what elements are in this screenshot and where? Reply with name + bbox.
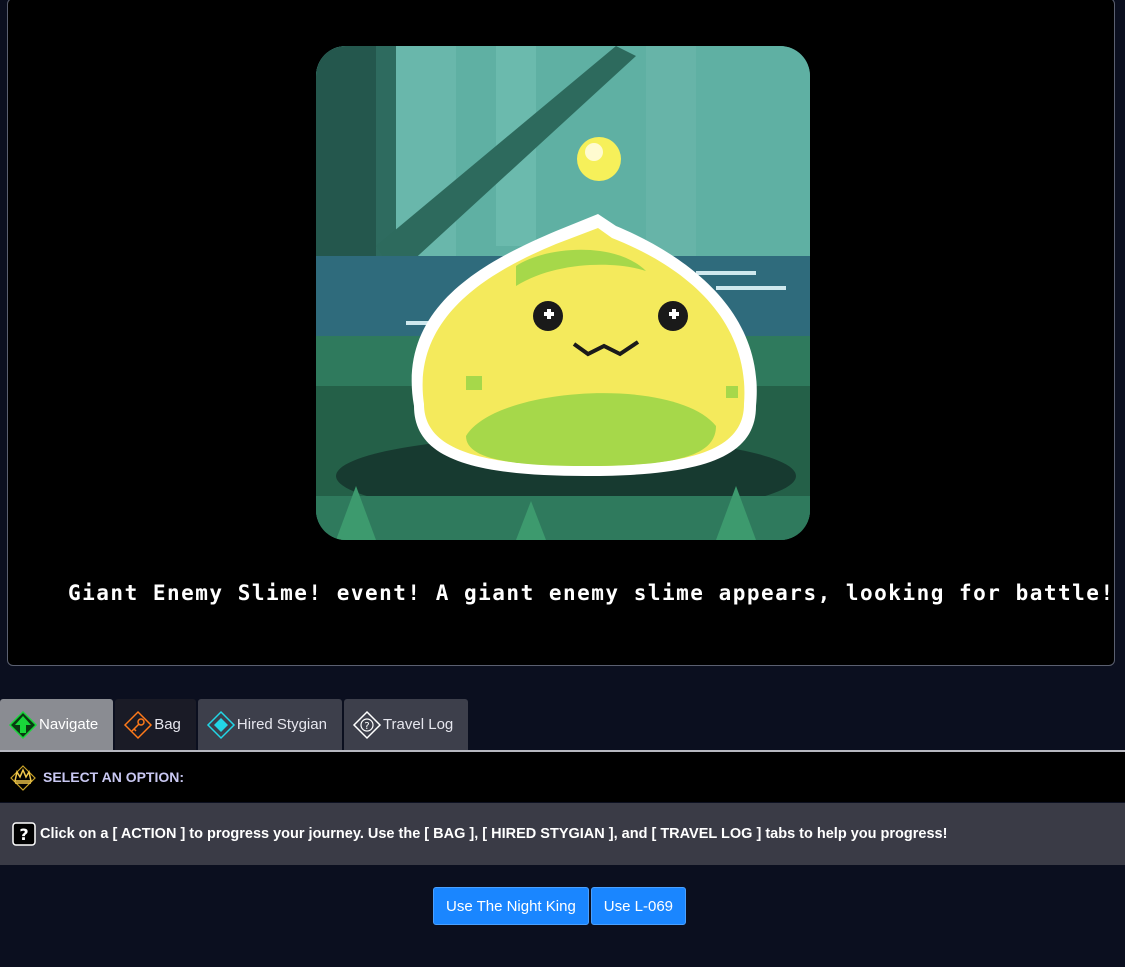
arrow-up-icon	[8, 710, 38, 740]
tab-hired-stygian-label: Hired Stygian	[236, 716, 327, 733]
use-l069-button[interactable]: Use L-069	[590, 887, 687, 925]
svg-text:?: ?	[19, 825, 28, 844]
tab-bag[interactable]: Bag	[115, 699, 196, 750]
action-buttons: Use The Night King Use L-069	[433, 887, 687, 925]
select-option-header: SELECT AN OPTION:	[0, 752, 1125, 802]
question-diamond-icon: ?	[352, 710, 382, 740]
tab-bag-label: Bag	[154, 716, 181, 733]
tab-travel-log-label: Travel Log	[382, 716, 454, 733]
tab-travel-log[interactable]: ? Travel Log	[343, 699, 469, 750]
event-panel: Giant Enemy Slime! event! A giant enemy …	[7, 0, 1115, 666]
use-night-king-button[interactable]: Use The Night King	[433, 887, 589, 925]
event-image	[316, 46, 810, 540]
question-icon: ?	[12, 822, 36, 846]
tab-hired-stygian[interactable]: Hired Stygian	[197, 699, 342, 750]
slime-illustration	[316, 46, 810, 540]
tab-navigate-label: Navigate	[39, 716, 99, 733]
select-option-label: SELECT AN OPTION:	[43, 769, 185, 785]
svg-text:?: ?	[364, 721, 369, 732]
event-description: Giant Enemy Slime! event! A giant enemy …	[68, 581, 1115, 605]
diamond-icon	[206, 710, 236, 740]
key-icon	[123, 710, 153, 740]
help-text: Click on a [ ACTION ] to progress your j…	[40, 826, 948, 842]
tab-bar: Navigate Bag Hired Stygian ? Travel Log	[0, 699, 469, 750]
crown-icon	[9, 763, 37, 791]
tab-navigate[interactable]: Navigate	[0, 699, 114, 750]
help-banner: ? Click on a [ ACTION ] to progress your…	[0, 803, 1125, 865]
